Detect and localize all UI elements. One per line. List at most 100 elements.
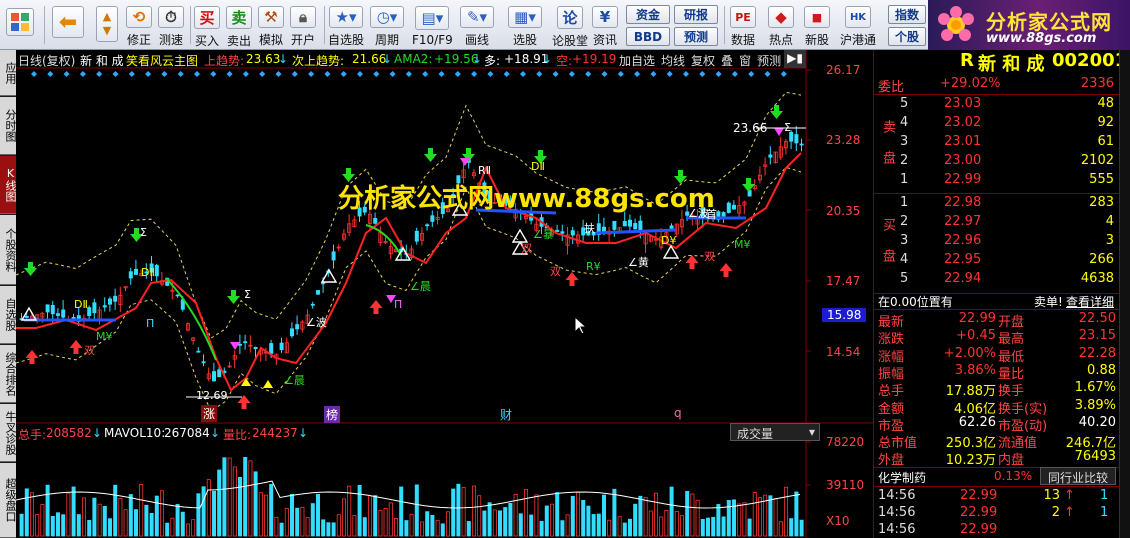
signal-label: M¥ <box>96 330 113 343</box>
diamond-marker <box>405 71 412 77</box>
hot-button[interactable]: ◆ 热点 <box>768 2 794 48</box>
draw-line-button[interactable]: ✎▾ 画线 <box>460 2 494 48</box>
diamond-marker <box>291 71 298 77</box>
grid-menu-button[interactable] <box>6 2 34 48</box>
kline-chart[interactable]: 日线(复权) 新 和 成 笑看风云主图 上趋势: 23.63 ↓ 次上趋势: 2… <box>16 50 873 538</box>
candle-body <box>560 231 565 234</box>
candle-body <box>721 212 726 217</box>
simulate-button[interactable]: ⚒ 模拟 <box>258 2 284 48</box>
news-button[interactable]: ¥ 资讯 <box>592 2 618 48</box>
bid-price[interactable]: 22.95 <box>944 252 981 267</box>
bbd-button[interactable]: BBD <box>626 27 670 46</box>
candle-body <box>726 202 731 213</box>
tab-company-info[interactable]: 个股资料 <box>0 215 17 285</box>
volume-bar <box>82 497 87 537</box>
add-watchlist-button[interactable]: 加自选 <box>616 50 658 68</box>
ask-price[interactable]: 23.00 <box>944 153 981 168</box>
new-stock-button[interactable]: ■ 新股 <box>804 2 830 48</box>
sell-button[interactable]: 卖 卖出 <box>226 2 252 48</box>
stat-value: 3.86% <box>954 362 996 378</box>
buy-button[interactable]: 买 买入 <box>194 2 220 48</box>
bid-price[interactable]: 22.96 <box>944 233 981 248</box>
stock-button[interactable]: 个股 <box>888 27 926 46</box>
index-button[interactable]: 指数 <box>888 5 926 24</box>
overlay-button[interactable]: 叠 <box>718 50 736 68</box>
view-detail-link[interactable]: 查看详细 <box>1066 293 1114 310</box>
volume-dropdown-label: 成交量 <box>737 427 774 441</box>
event-marker[interactable]: 榜 <box>324 406 341 423</box>
volume-bar <box>289 494 294 537</box>
signal-label: Σ <box>140 226 147 239</box>
volume-indicator-dropdown[interactable]: 成交量 ▾ <box>730 423 820 441</box>
price-axis-label: 23.28 <box>826 133 861 147</box>
weibi-diff: 2336 <box>1080 76 1114 91</box>
diamond-marker <box>242 71 249 77</box>
volume-bar <box>628 518 633 537</box>
magenta-triangle <box>230 342 240 350</box>
tab-apps[interactable]: 应用 <box>0 50 17 96</box>
industry-compare-button[interactable]: 同行业比较 <box>1040 467 1116 485</box>
stock-screen-button[interactable]: ▦▾ 选股 <box>508 2 542 48</box>
ask-price[interactable]: 23.03 <box>944 96 981 111</box>
event-marker[interactable]: 涨 <box>201 405 218 422</box>
capital-button[interactable]: 资金 <box>626 5 670 24</box>
bid-price[interactable]: 22.98 <box>944 195 981 210</box>
candle-body <box>289 328 294 337</box>
red-up-arrow <box>69 340 83 354</box>
speed-test-button[interactable]: ⏱ 测速 <box>158 2 184 48</box>
back-button[interactable]: ⬅ <box>52 2 84 48</box>
forecast-chart-button[interactable]: 预测 <box>754 50 784 68</box>
divider <box>874 193 1119 194</box>
volume-bar <box>24 488 29 537</box>
quote-scrollbar[interactable] <box>1119 50 1130 538</box>
fix-button[interactable]: ⟲ 修正 <box>126 2 152 48</box>
diamond-marker <box>340 71 347 77</box>
tab-super-book[interactable]: 超级盘口 <box>0 463 17 538</box>
open-account-button[interactable]: 🔒︎ 开户 <box>290 2 316 48</box>
tab-intraday[interactable]: 分时图 <box>0 97 17 155</box>
mavol-label: MAVOL10: <box>104 426 166 440</box>
event-marker[interactable]: 财 <box>500 406 512 423</box>
page-up-down-button[interactable]: ▲ ▼ <box>96 2 118 48</box>
tab-watchlist[interactable]: 自选股 <box>0 286 17 344</box>
hammer-icon: ⚒ <box>258 6 284 28</box>
volume-bar <box>237 476 242 537</box>
bid-volume: 283 <box>1089 195 1114 210</box>
diamond-marker <box>308 71 315 77</box>
ask-price[interactable]: 23.02 <box>944 115 981 130</box>
expand-panel-button[interactable]: ▶▮ <box>784 50 806 68</box>
volume-bar <box>232 466 237 537</box>
stat-label: 市盈 <box>878 418 905 434</box>
bid-price[interactable]: 22.97 <box>944 214 981 229</box>
event-marker[interactable]: q <box>674 406 682 420</box>
diamond-marker <box>650 71 657 77</box>
tab-kline[interactable]: K线图 <box>0 156 17 214</box>
tab-diagnosis[interactable]: 牛叉诊股 <box>0 404 17 462</box>
diamond-marker <box>536 71 543 77</box>
data-button[interactable]: PE 数据 <box>730 2 756 48</box>
adjust-button[interactable]: 复权 <box>688 50 718 68</box>
watchlist-button[interactable]: ★▾ 自选股 <box>328 2 364 48</box>
ask-volume: 555 <box>1089 172 1114 187</box>
tab-ranking[interactable]: 综合排名 <box>0 345 17 403</box>
hk-connect-button[interactable]: HK 沪港通 <box>840 2 876 48</box>
f10-button[interactable]: ▤▾ F10/F9 <box>412 2 453 48</box>
window-button[interactable]: 窗 <box>736 50 754 68</box>
ask-price[interactable]: 23.01 <box>944 134 981 149</box>
research-button[interactable]: 研报 <box>674 5 718 24</box>
logo-url: www.88gs.com <box>986 31 1097 46</box>
signal-label: R¥ <box>586 260 601 273</box>
period-button[interactable]: ◷▾ 周期 <box>370 2 404 48</box>
diamond-marker <box>31 71 37 77</box>
forecast-button[interactable]: 预测 <box>674 27 718 46</box>
candle-body <box>201 361 206 364</box>
stopwatch-icon: ⏱ <box>158 6 184 28</box>
candle-body <box>633 222 638 230</box>
moving-average-button[interactable]: 均线 <box>658 50 688 68</box>
ask-price[interactable]: 22.99 <box>944 172 981 187</box>
bid-price[interactable]: 22.94 <box>944 271 981 286</box>
mavol-arrow: ↓ <box>210 426 221 440</box>
volume-bar <box>648 510 653 537</box>
forum-button[interactable]: 论 论股堂 <box>552 2 588 48</box>
trend-flat-segment <box>595 228 677 235</box>
